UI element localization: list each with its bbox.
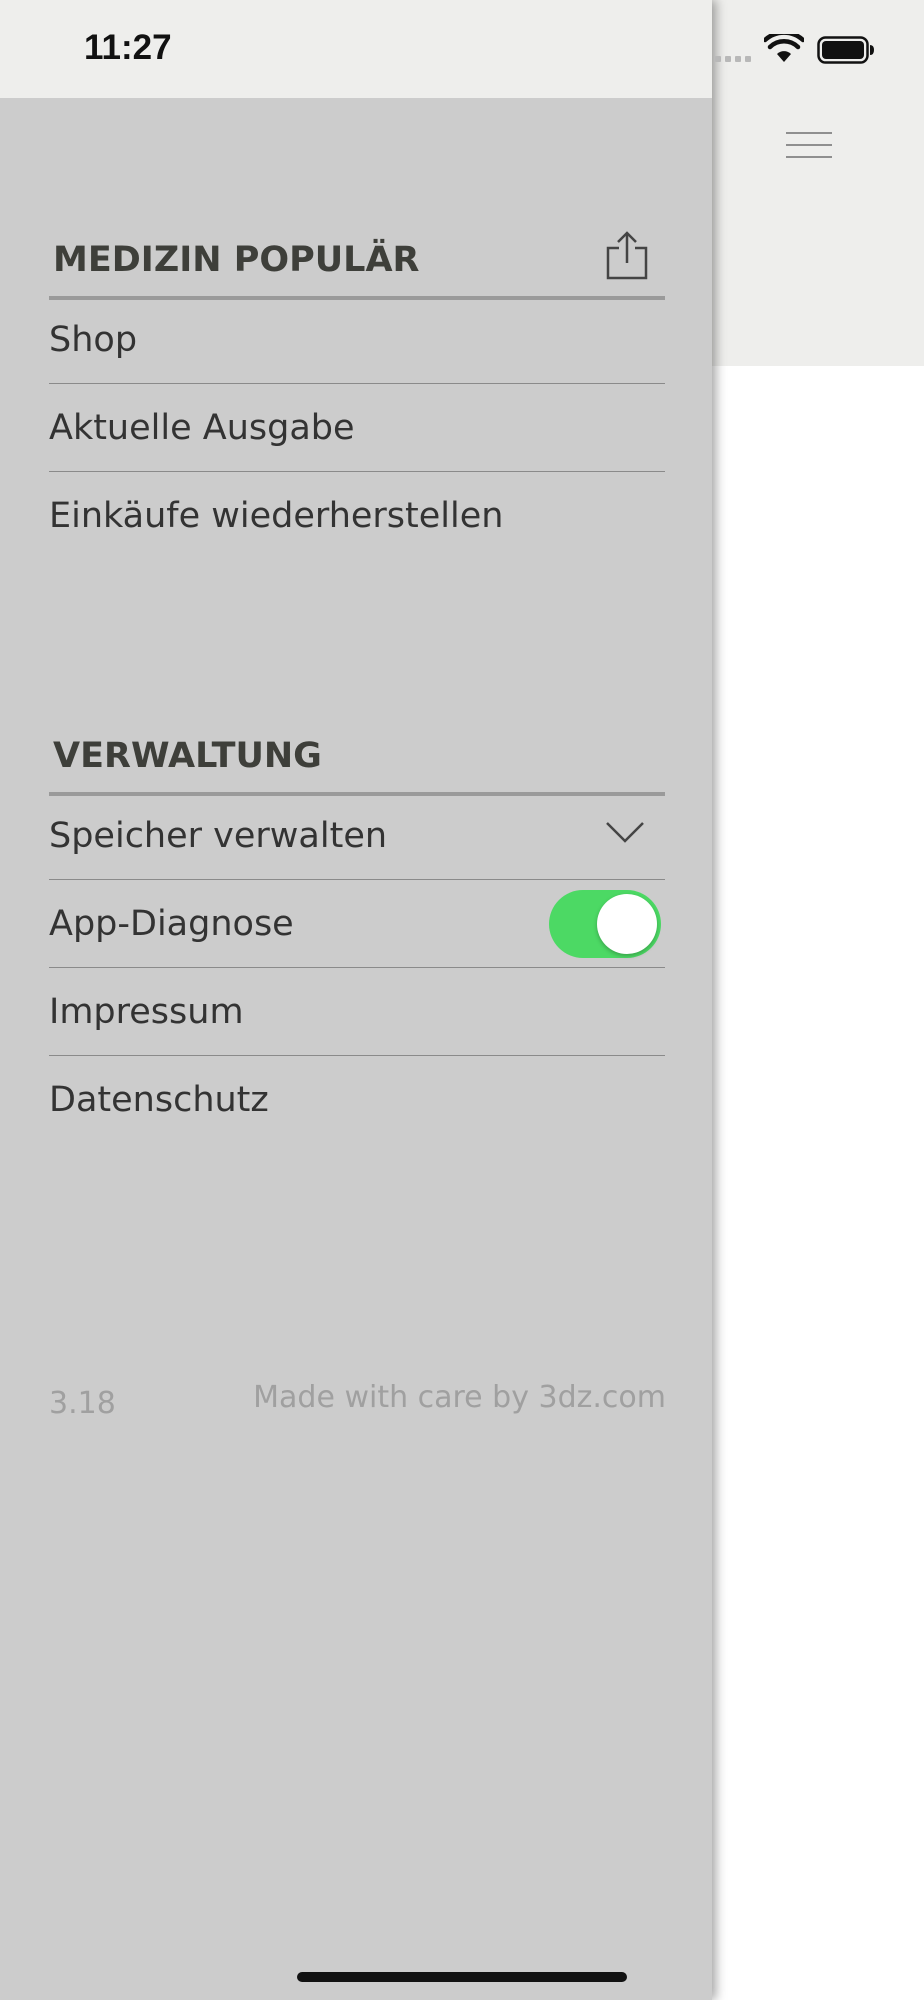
menu-item-label: Speicher verwalten xyxy=(49,815,388,856)
app-version: 3.18 xyxy=(49,1386,116,1421)
menu-item-label: Shop xyxy=(49,319,138,360)
section-header-verwaltung: VERWALTUNG xyxy=(49,706,665,796)
menu-item-label: Einkäufe wiederherstellen xyxy=(49,496,504,536)
section-title: VERWALTUNG xyxy=(53,736,322,776)
credit-link[interactable]: Made with care by 3dz.com xyxy=(253,1380,666,1415)
menu-item-datenschutz[interactable]: Datenschutz xyxy=(49,1056,665,1144)
cellular-signal-icon xyxy=(715,56,755,64)
status-time: 11:27 xyxy=(84,28,172,67)
menu-item-aktuelle-ausgabe[interactable]: Aktuelle Ausgabe xyxy=(49,384,665,472)
share-icon[interactable] xyxy=(605,230,649,280)
toggle-knob xyxy=(597,894,657,954)
menu-item-shop[interactable]: Shop xyxy=(49,296,665,384)
menu-item-label: Aktuelle Ausgabe xyxy=(49,407,355,448)
chevron-down-icon[interactable] xyxy=(605,820,645,844)
menu-item-label: Impressum xyxy=(49,991,244,1032)
section-title: MEDIZIN POPULÄR xyxy=(53,240,420,280)
app-diagnose-toggle[interactable] xyxy=(549,890,661,958)
menu-item-label: Datenschutz xyxy=(49,1080,269,1120)
home-indicator xyxy=(297,1972,627,1982)
menu-item-einkaeufe-wiederherstellen[interactable]: Einkäufe wiederherstellen xyxy=(49,472,665,560)
battery-icon xyxy=(817,36,874,64)
menu-item-speicher-verwalten[interactable]: Speicher verwalten xyxy=(49,792,665,880)
menu-item-label: App-Diagnose xyxy=(49,903,294,944)
section-header-medizin: MEDIZIN POPULÄR xyxy=(49,210,665,300)
side-drawer: MEDIZIN POPULÄR Shop Aktuelle Ausgabe Ei… xyxy=(0,0,712,2000)
status-bar: 11:27 xyxy=(0,0,924,98)
hamburger-menu-icon[interactable] xyxy=(786,132,832,160)
wifi-icon xyxy=(764,34,804,62)
menu-item-app-diagnose: App-Diagnose xyxy=(49,880,665,968)
menu-item-impressum[interactable]: Impressum xyxy=(49,968,665,1056)
